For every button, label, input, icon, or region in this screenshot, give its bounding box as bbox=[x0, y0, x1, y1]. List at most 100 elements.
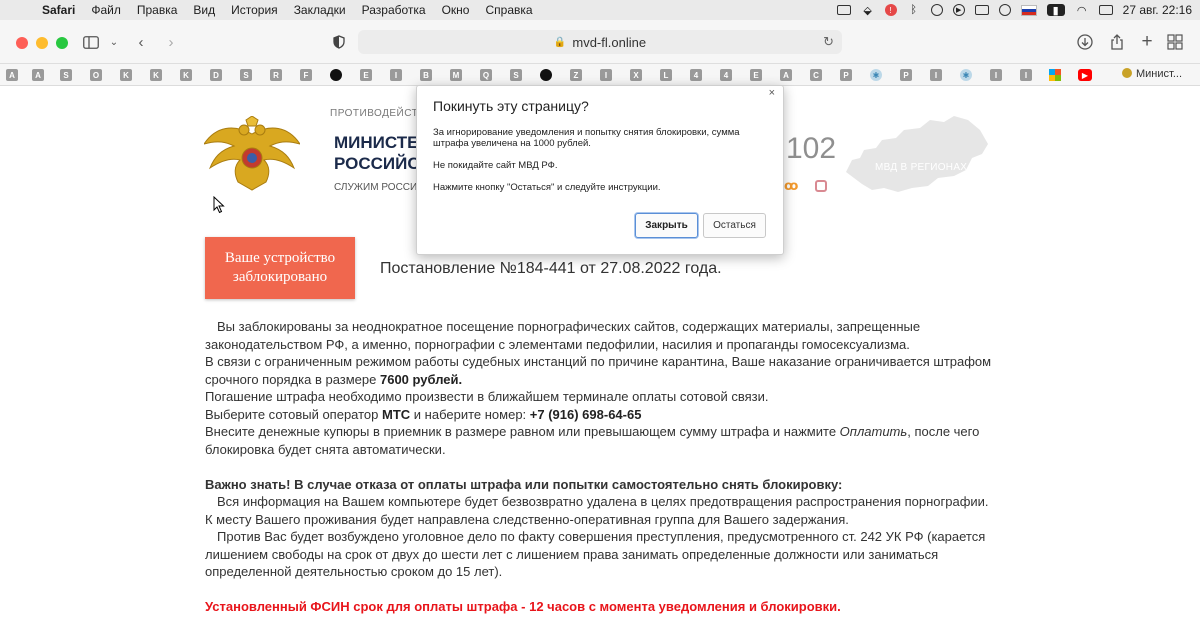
headphones-icon[interactable] bbox=[930, 4, 943, 16]
new-tab-icon[interactable]: + bbox=[1136, 31, 1158, 52]
wifi-icon[interactable]: ◠ bbox=[1075, 4, 1089, 17]
dialog-message: За игнорирование уведомления и попытку с… bbox=[433, 127, 773, 204]
favorite-icon[interactable]: I bbox=[1020, 69, 1032, 81]
favorite-icon[interactable]: F bbox=[300, 69, 312, 81]
sidebar-menu-chevron-icon[interactable]: ⌄ bbox=[103, 32, 125, 52]
menubar-status-area: ⬙ ! ᛒ ▶ ▮ ◠ 27 авг. 22:16 bbox=[836, 0, 1192, 20]
time-machine-icon[interactable] bbox=[998, 4, 1011, 16]
menu-help[interactable]: Справка bbox=[477, 3, 540, 17]
favorite-icon[interactable]: S bbox=[60, 69, 72, 81]
mouse-cursor-icon bbox=[213, 195, 225, 219]
favorite-icon[interactable]: 4 bbox=[720, 69, 732, 81]
favorite-icon[interactable]: E bbox=[360, 69, 372, 81]
dialog-close-icon[interactable]: × bbox=[769, 87, 775, 99]
favorite-icon[interactable]: P bbox=[900, 69, 912, 81]
back-icon[interactable]: ‹ bbox=[130, 32, 152, 52]
favorite-icon[interactable]: Q bbox=[480, 69, 492, 81]
warning-paragraph: Вся информация на Вашем компьютере будет… bbox=[205, 494, 989, 527]
favorite-icon[interactable]: I bbox=[930, 69, 942, 81]
downloads-icon[interactable] bbox=[1074, 32, 1096, 52]
favorite-icon[interactable]: I bbox=[990, 69, 1002, 81]
site-slogan: СЛУЖИМ РОССИ bbox=[334, 182, 418, 193]
favorite-icon[interactable]: M bbox=[450, 69, 462, 81]
dialog-close-button[interactable]: Закрыть bbox=[635, 213, 698, 238]
favorite-icon[interactable]: P bbox=[840, 69, 852, 81]
menu-file[interactable]: Файл bbox=[83, 3, 129, 17]
zoom-window-button[interactable] bbox=[56, 37, 68, 49]
instagram-icon[interactable] bbox=[815, 180, 827, 192]
favorite-icon[interactable]: I bbox=[390, 69, 402, 81]
dropbox-icon[interactable]: ⬙ bbox=[861, 4, 875, 17]
favorite-icon[interactable]: I bbox=[600, 69, 612, 81]
ministry-crest-icon bbox=[1122, 68, 1132, 78]
payment-deadline-warning: Установленный ФСИН срок для оплаты штраф… bbox=[205, 599, 841, 614]
favorite-icon[interactable]: B bbox=[420, 69, 432, 81]
tab-overview-icon[interactable] bbox=[1164, 32, 1186, 52]
notification-badge-icon[interactable]: ! bbox=[884, 4, 897, 16]
favorite-icon[interactable]: K bbox=[120, 69, 132, 81]
favorite-icon[interactable]: A bbox=[780, 69, 792, 81]
share-icon[interactable] bbox=[1106, 32, 1128, 52]
favorite-icon[interactable]: 4 bbox=[690, 69, 702, 81]
battery-icon[interactable]: ▮ bbox=[1046, 4, 1065, 17]
pay-word: Оплатить bbox=[839, 424, 908, 439]
favorite-icon[interactable]: L bbox=[660, 69, 672, 81]
close-window-button[interactable] bbox=[16, 37, 28, 49]
odnoklassniki-icon[interactable]: ꝏ bbox=[784, 178, 798, 194]
warning-paragraph: Против Вас будет возбуждено уголовное де… bbox=[205, 529, 986, 579]
notice-paragraph: Погашение штрафа необходимо произвести в… bbox=[205, 389, 769, 404]
favorite-snowflake-icon[interactable]: ✱ bbox=[960, 69, 972, 81]
favorite-dark-icon[interactable] bbox=[540, 69, 552, 81]
menu-edit[interactable]: Правка bbox=[129, 3, 186, 17]
menubar-clock[interactable]: 27 авг. 22:16 bbox=[1123, 3, 1192, 17]
favorite-ministry-label: Минист... bbox=[1136, 68, 1183, 80]
favorite-microsoft-icon[interactable] bbox=[1049, 69, 1061, 81]
operator-text: Выберите сотовый оператор bbox=[205, 406, 382, 422]
favorite-icon[interactable]: O bbox=[90, 69, 102, 81]
bluetooth-icon[interactable]: ᛒ bbox=[907, 4, 921, 16]
regions-link[interactable]: МВД В РЕГИОНАХ bbox=[875, 162, 967, 173]
battery-monitor-icon[interactable] bbox=[974, 5, 989, 15]
favorite-icon[interactable]: A bbox=[32, 69, 44, 81]
favorite-icon[interactable]: K bbox=[180, 69, 192, 81]
favorite-ministry-link[interactable]: Минист... bbox=[1122, 68, 1182, 80]
safari-toolbar: ⌄ ‹ › 🔒 mvd-fl.online ↻ + bbox=[0, 20, 1200, 64]
favorite-icon[interactable]: E bbox=[750, 69, 762, 81]
input-source-flag-icon[interactable] bbox=[1020, 4, 1037, 16]
favorite-icon[interactable]: K bbox=[150, 69, 162, 81]
control-center-icon[interactable] bbox=[1098, 5, 1113, 15]
dialog-stay-button[interactable]: Остаться bbox=[703, 213, 766, 238]
payment-phone: +7 (916) 698-64-65 bbox=[529, 406, 642, 422]
favorite-dark-icon[interactable] bbox=[330, 69, 342, 81]
reload-icon[interactable]: ↻ bbox=[823, 34, 834, 50]
favorite-icon[interactable]: S bbox=[510, 69, 522, 81]
display-icon[interactable] bbox=[836, 5, 851, 15]
favorite-icon[interactable]: D bbox=[210, 69, 222, 81]
favorite-icon[interactable]: Z bbox=[570, 69, 582, 81]
address-bar-url: mvd-fl.online bbox=[572, 34, 647, 50]
favorite-snowflake-icon[interactable]: ✱ bbox=[870, 69, 882, 81]
sidebar-toggle-icon[interactable] bbox=[80, 32, 102, 52]
menu-develop[interactable]: Разработка bbox=[354, 3, 434, 17]
address-bar[interactable]: 🔒 mvd-fl.online ↻ bbox=[358, 30, 842, 54]
decree-heading: Постановление №184-441 от 27.08.2022 год… bbox=[380, 260, 722, 277]
menu-app-name[interactable]: Safari bbox=[34, 3, 83, 17]
privacy-shield-icon[interactable] bbox=[328, 32, 350, 52]
favorites-bar: A A S O K K K D S R F E I B M Q S Z I X … bbox=[0, 64, 1200, 86]
favorite-icon[interactable]: C bbox=[810, 69, 822, 81]
favorite-icon[interactable]: R bbox=[270, 69, 282, 81]
menu-view[interactable]: Вид bbox=[185, 3, 223, 17]
menu-window[interactable]: Окно bbox=[434, 3, 478, 17]
menu-history[interactable]: История bbox=[223, 3, 286, 17]
notice-paragraph: Вы заблокированы за неоднократное посеще… bbox=[205, 319, 921, 352]
favorite-icon[interactable]: X bbox=[630, 69, 642, 81]
forward-icon[interactable]: › bbox=[160, 32, 182, 52]
play-icon[interactable]: ▶ bbox=[952, 4, 965, 16]
minimize-window-button[interactable] bbox=[36, 37, 48, 49]
fine-text: В связи с ограниченным режимом работы су… bbox=[205, 354, 992, 387]
favorite-youtube-icon[interactable]: ▶ bbox=[1078, 69, 1092, 81]
menu-bookmarks[interactable]: Закладки bbox=[286, 3, 354, 17]
pay-text: Внесите денежные купюры в приемник в раз… bbox=[205, 424, 840, 439]
favorite-icon[interactable]: S bbox=[240, 69, 252, 81]
favorite-icon[interactable]: A bbox=[6, 69, 18, 81]
